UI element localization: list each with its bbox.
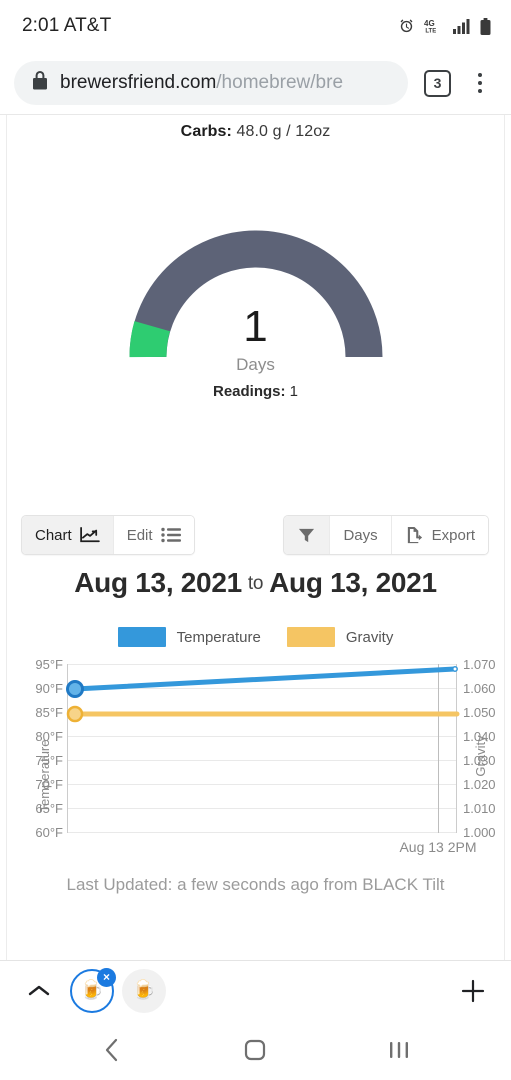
legend-item-gravity[interactable]: Gravity: [286, 627, 394, 647]
menu-dot: [478, 81, 482, 85]
toolbar-row: Chart Edit Days Export: [7, 515, 504, 555]
back-chevron-icon[interactable]: [77, 1020, 147, 1080]
network-4glte-icon: 4G LTE: [424, 18, 444, 34]
export-button-label: Export: [431, 526, 475, 544]
url-domain: brewersfriend.com: [60, 72, 217, 93]
chart-view-label: Chart: [35, 526, 72, 544]
browser-toolbar: brewersfriend.com/homebrew/bre 3: [0, 52, 511, 114]
status-carrier: AT&T: [63, 15, 112, 36]
gauge-readings: Readings: 1: [126, 383, 386, 400]
list-icon: [160, 527, 181, 543]
readings-label: Readings:: [212, 383, 286, 400]
last-updated-text: Last Updated: a few seconds ago from BLA…: [66, 875, 445, 894]
x-axis-tick-label: Aug 13 2PM: [399, 839, 476, 855]
svg-text:4G: 4G: [424, 19, 435, 28]
file-export-icon: [405, 526, 424, 545]
carbs-label: Carbs:: [180, 123, 232, 140]
view-toggle-group: Chart Edit: [21, 515, 195, 555]
date-range-separator: to: [247, 573, 264, 594]
left-axis-title: Temperature: [37, 740, 52, 813]
chart-tools-group: Days Export: [283, 515, 489, 555]
tab-close-icon[interactable]: ×: [97, 967, 116, 987]
date-range-header[interactable]: Aug 13, 2021 to Aug 13, 2021: [7, 567, 504, 599]
svg-text:1.070: 1.070: [463, 657, 496, 672]
chevron-up-icon[interactable]: [16, 984, 62, 998]
series-line-temperature: [72, 666, 458, 692]
svg-text:90°F: 90°F: [35, 681, 63, 696]
days-gauge: 1 Days Readings: 1: [126, 223, 386, 400]
filter-funnel-icon: [298, 527, 315, 544]
chart-view-button[interactable]: Chart: [22, 516, 113, 554]
days-button[interactable]: Days: [329, 516, 391, 554]
svg-text:95°F: 95°F: [35, 657, 63, 672]
status-bar: 2:01 AT&T 4G LTE: [0, 0, 511, 52]
svg-text:1.060: 1.060: [463, 681, 496, 696]
right-axis-title: Gravity: [473, 735, 488, 777]
battery-icon: [480, 17, 491, 35]
status-icons: 4G LTE: [398, 17, 491, 35]
overflow-menu-icon[interactable]: [463, 66, 497, 100]
carbs-line: Carbs: 48.0 g / 12oz: [7, 115, 504, 141]
series-point-gravity: [66, 705, 84, 723]
gauge-unit-label: Days: [236, 355, 275, 374]
series-point-temperature: [66, 680, 84, 698]
series-point-temperature-end: [452, 666, 458, 672]
gauge-value: 1: [243, 302, 268, 351]
web-page-viewport[interactable]: Carbs: 48.0 g / 12oz 1 Days Readings: 1: [0, 114, 511, 960]
tab-thumbnails: 🍺 × 🍺: [70, 967, 451, 1013]
menu-dot: [478, 89, 482, 93]
url-path: /homebrew/bre: [216, 72, 344, 93]
signal-bars-icon: [453, 18, 471, 34]
gauge-center-text: 1 Days Readings: 1: [126, 302, 386, 401]
home-square-icon[interactable]: [220, 1020, 290, 1080]
status-time-carrier: 2:01 AT&T: [22, 15, 111, 37]
svg-text:1.010: 1.010: [463, 801, 496, 816]
menu-dot: [478, 73, 482, 77]
address-bar[interactable]: brewersfriend.com/homebrew/bre: [14, 61, 408, 105]
svg-text:1.000: 1.000: [463, 825, 496, 840]
date-range-end[interactable]: Aug 13, 2021: [269, 567, 437, 598]
chart-legend: Temperature Gravity: [7, 627, 504, 647]
filter-button[interactable]: [284, 516, 330, 554]
tab-count-label: 3: [433, 75, 442, 91]
tab-thumb-inactive[interactable]: 🍺: [122, 968, 166, 1013]
export-button[interactable]: Export: [390, 516, 488, 554]
legend-label-temperature: Temperature: [176, 628, 261, 646]
svg-text:LTE: LTE: [425, 29, 436, 34]
beer-mug-icon: 🍺: [132, 980, 156, 1001]
tab-counter-button[interactable]: 3: [424, 69, 451, 97]
legend-swatch-gravity: [286, 627, 335, 647]
chart-plot-area[interactable]: 95°F 90°F 85°F 80°F 75°F 70°F 65°F 60°F …: [7, 656, 511, 856]
lock-icon: [32, 71, 48, 95]
edit-view-label: Edit: [126, 526, 153, 544]
readings-chart[interactable]: Temperature Gravity 95°F 90°F 85°F 80°F …: [7, 627, 504, 856]
tab-strip: 🍺 × 🍺: [0, 960, 511, 1020]
svg-text:1.050: 1.050: [463, 705, 496, 720]
legend-label-gravity: Gravity: [345, 628, 394, 646]
alarm-icon: [398, 18, 415, 35]
plus-icon[interactable]: [451, 978, 495, 1004]
address-bar-text: brewersfriend.com/homebrew/bre: [60, 72, 343, 94]
svg-text:60°F: 60°F: [35, 825, 63, 840]
brew-session-card: Carbs: 48.0 g / 12oz 1 Days Readings: 1: [6, 115, 505, 960]
android-nav-bar: [0, 1020, 511, 1080]
edit-view-button[interactable]: Edit: [112, 516, 194, 554]
readings-value: 1: [289, 383, 299, 400]
carbs-value: 48.0 g / 12oz: [236, 123, 331, 140]
chart-gridlines: [67, 664, 457, 833]
date-range-start[interactable]: Aug 13, 2021: [74, 567, 242, 598]
legend-swatch-temperature: [117, 627, 166, 647]
line-chart-icon: [79, 527, 100, 543]
svg-text:1.020: 1.020: [463, 777, 496, 792]
days-button-label: Days: [343, 526, 378, 544]
legend-item-temperature[interactable]: Temperature: [117, 627, 261, 647]
tab-thumb-active[interactable]: 🍺 ×: [70, 967, 116, 1013]
status-time: 2:01: [22, 15, 60, 36]
svg-text:85°F: 85°F: [35, 705, 63, 720]
recents-bars-icon[interactable]: [364, 1020, 434, 1080]
